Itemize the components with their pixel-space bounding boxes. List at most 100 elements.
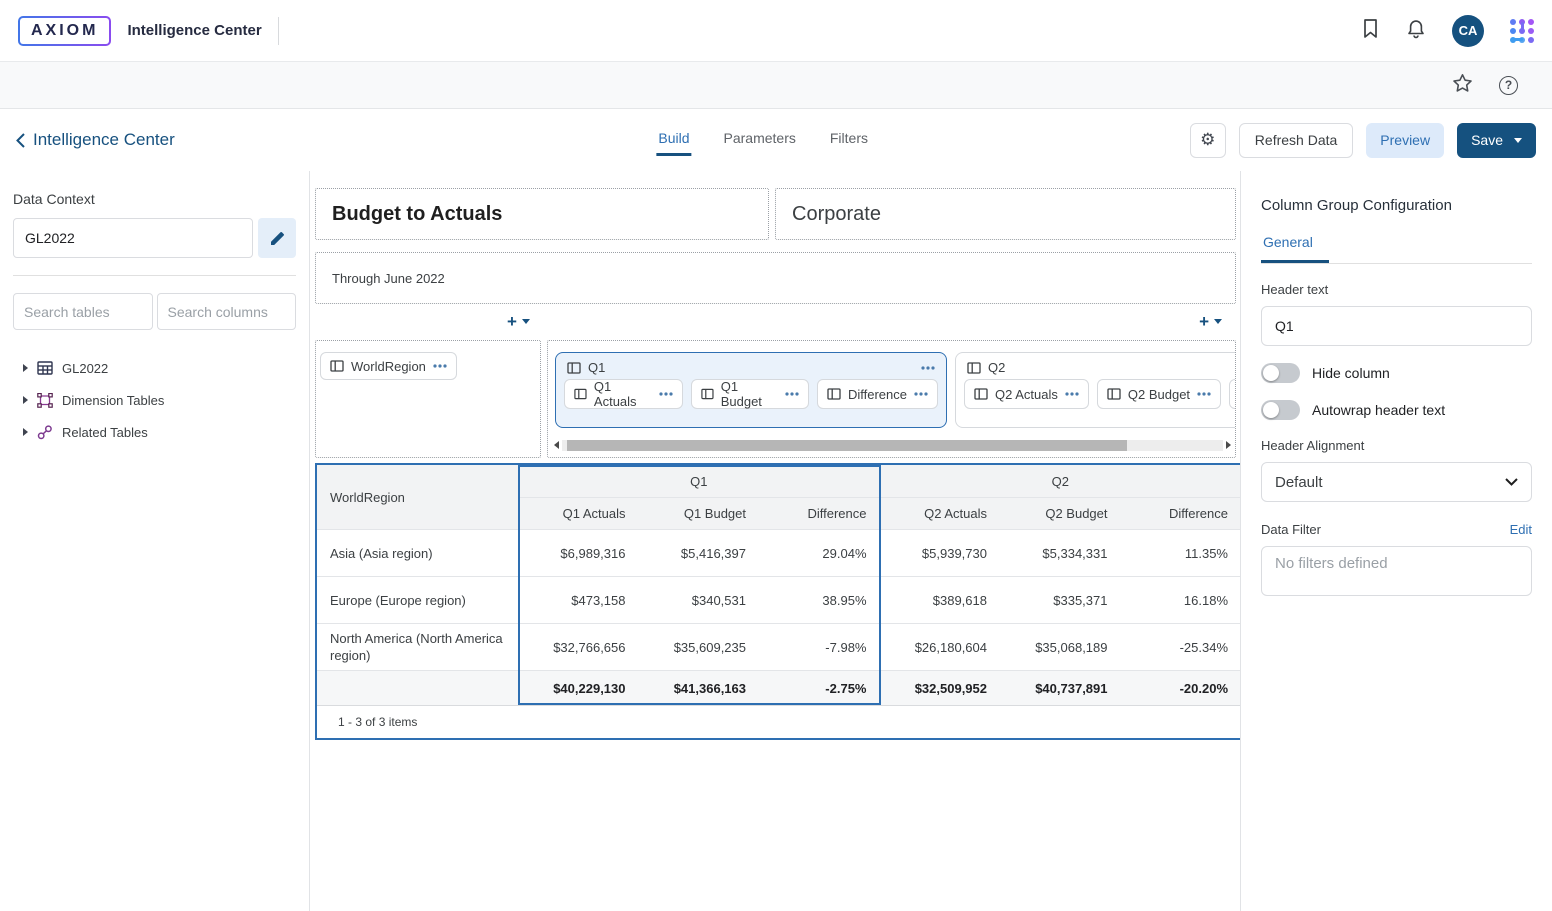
add-element-right-button[interactable]: + [1199, 313, 1222, 330]
value-cell: -7.98% [759, 623, 880, 670]
bookmark-icon[interactable] [1361, 18, 1380, 44]
notifications-bell-icon[interactable] [1406, 18, 1426, 44]
data-context-label: Data Context [13, 191, 296, 207]
group-header-q2[interactable]: Q2 [880, 465, 1241, 497]
autowrap-header-toggle[interactable] [1261, 400, 1300, 420]
column-header[interactable]: Difference [759, 497, 880, 529]
scroll-right-icon[interactable] [1226, 441, 1231, 449]
chip-worldregion[interactable]: WorldRegion [320, 352, 457, 380]
header-alignment-select[interactable]: Default [1261, 462, 1532, 502]
chip-q1-budget[interactable]: Q1 Budget [691, 379, 809, 409]
column-header[interactable]: Q1 Budget [639, 497, 760, 529]
chevron-down-icon [1505, 478, 1518, 486]
value-cell: 29.04% [759, 529, 880, 576]
tree-item-dimension-tables[interactable]: Dimension Tables [13, 384, 296, 416]
data-filter-box[interactable]: No filters defined [1261, 546, 1532, 596]
search-columns-input[interactable] [157, 293, 297, 330]
value-cell: $5,334,331 [1000, 529, 1121, 576]
value-cell: $35,609,235 [639, 623, 760, 670]
save-button[interactable]: Save [1457, 123, 1536, 158]
settings-gear-button[interactable]: ⚙ [1190, 123, 1226, 158]
tree-item-gl2022[interactable]: GL2022 [13, 352, 296, 384]
chip-q1-actuals[interactable]: Q1 Actuals [564, 379, 683, 409]
search-tables-input[interactable] [13, 293, 153, 330]
help-icon[interactable]: ? [1499, 76, 1518, 95]
back-label: Intelligence Center [33, 130, 175, 150]
panel-title: Column Group Configuration [1261, 197, 1532, 214]
hide-column-toggle[interactable] [1261, 363, 1300, 383]
chip-q1-difference[interactable]: Difference [817, 379, 938, 409]
tab-general[interactable]: General [1261, 234, 1329, 263]
data-context-input[interactable] [13, 218, 253, 258]
column-icon [567, 362, 581, 374]
more-options-icon[interactable] [914, 392, 928, 396]
chip-label: WorldRegion [351, 359, 426, 374]
expand-caret-icon[interactable] [23, 396, 28, 404]
value-cell: $6,989,316 [518, 529, 639, 576]
value-cell: $32,766,656 [518, 623, 639, 670]
horizontal-scrollbar[interactable] [554, 439, 1231, 451]
report-title-box[interactable]: Budget to Actuals [315, 188, 769, 240]
column-header[interactable]: Q1 Actuals [518, 497, 639, 529]
scroll-left-icon[interactable] [554, 441, 559, 449]
chip-q2-difference[interactable]: Difference [1229, 379, 1236, 409]
add-caret-down-icon[interactable] [1214, 319, 1222, 324]
expand-caret-icon[interactable] [23, 428, 28, 436]
avatar[interactable]: CA [1452, 15, 1484, 47]
group-header-q1[interactable]: Q1 [518, 465, 880, 497]
more-options-icon[interactable] [1065, 392, 1079, 396]
toggle-knob [1263, 365, 1279, 381]
totals-cell: $41,366,163 [639, 670, 760, 705]
column-header[interactable]: Q2 Budget [1000, 497, 1121, 529]
favorite-star-icon[interactable] [1452, 73, 1473, 98]
tree-item-related-tables[interactable]: Related Tables [13, 416, 296, 448]
tables-tree: GL2022 Dimension Tables Related Tables [13, 352, 296, 448]
column-group-config-panel: Column Group Configuration General Heade… [1240, 171, 1552, 911]
more-options-icon[interactable] [785, 392, 799, 396]
add-element-left-button[interactable]: + [507, 313, 530, 330]
value-cell: $340,531 [639, 576, 760, 623]
sidebar-divider [13, 275, 296, 276]
header-text-input[interactable] [1261, 306, 1532, 346]
axiom-logo-text: AXIOM [20, 18, 109, 44]
region-column-header[interactable]: WorldRegion [317, 465, 518, 529]
tab-filters[interactable]: Filters [828, 120, 870, 160]
app-launcher-icon[interactable] [1510, 19, 1534, 43]
edit-filter-link[interactable]: Edit [1510, 522, 1532, 537]
column-group-q1[interactable]: Q1 Q1 Actuals Q1 [555, 352, 947, 428]
chip-label: Q1 Budget [721, 379, 778, 409]
refresh-data-button[interactable]: Refresh Data [1239, 123, 1353, 158]
tab-parameters[interactable]: Parameters [722, 120, 798, 160]
row-dimension-zone: WorldRegion [315, 340, 541, 458]
more-options-icon[interactable] [659, 392, 673, 396]
column-icon [974, 388, 988, 400]
add-caret-down-icon[interactable] [522, 319, 530, 324]
expand-caret-icon[interactable] [23, 364, 28, 372]
column-header[interactable]: Difference [1121, 497, 1241, 529]
column-icon [967, 362, 981, 374]
tab-build[interactable]: Build [656, 120, 691, 160]
totals-cell: $40,229,130 [518, 670, 639, 705]
edit-data-context-button[interactable] [258, 218, 296, 258]
chip-q2-actuals[interactable]: Q2 Actuals [964, 379, 1089, 409]
column-header[interactable]: Q2 Actuals [880, 497, 1001, 529]
more-options-icon[interactable] [921, 366, 935, 370]
more-options-icon[interactable] [1197, 392, 1211, 396]
axiom-logo: AXIOM [18, 16, 111, 46]
column-icon [574, 388, 587, 400]
value-cell: $26,180,604 [880, 623, 1001, 670]
scrollbar-track[interactable] [562, 440, 1223, 451]
scrollbar-thumb[interactable] [567, 440, 1127, 451]
save-caret-down-icon[interactable] [1514, 138, 1522, 143]
back-to-intelligence-center[interactable]: Intelligence Center [16, 130, 175, 150]
value-cell: 11.35% [1121, 529, 1241, 576]
totals-cell: $32,509,952 [880, 670, 1001, 705]
column-group-q2[interactable]: Q2 Q2 Actuals Q2 Budget [955, 352, 1236, 428]
chip-q2-budget[interactable]: Q2 Budget [1097, 379, 1221, 409]
region-cell: Europe (Europe region) [317, 576, 518, 623]
entity-box[interactable]: Corporate [775, 188, 1236, 240]
subtitle-box[interactable]: Through June 2022 [315, 252, 1236, 304]
preview-button[interactable]: Preview [1366, 123, 1444, 158]
value-cell: $473,158 [518, 576, 639, 623]
more-options-icon[interactable] [433, 364, 447, 368]
